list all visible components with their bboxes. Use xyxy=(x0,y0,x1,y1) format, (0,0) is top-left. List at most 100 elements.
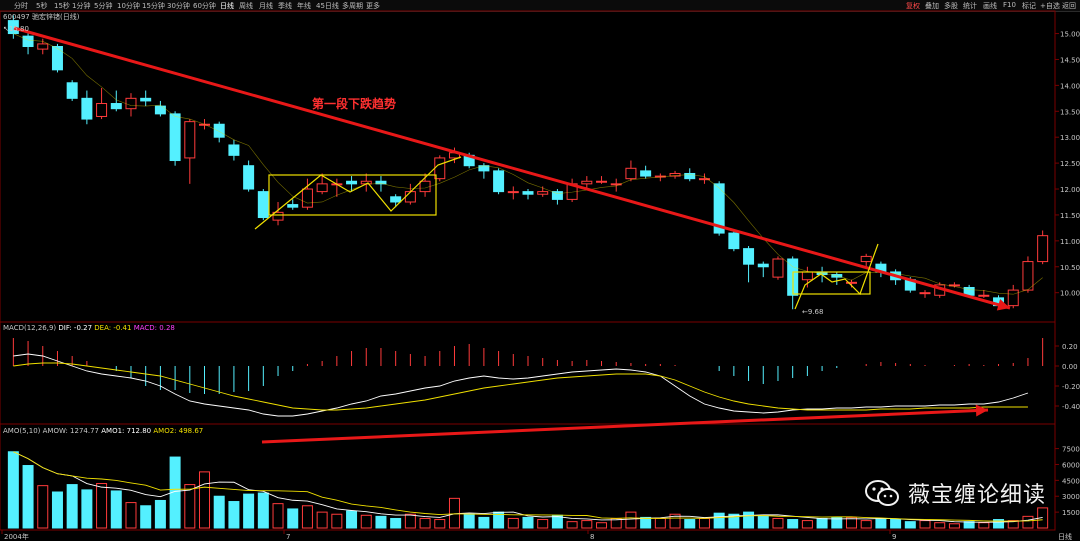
amo-bar xyxy=(37,485,49,529)
trend-arrow xyxy=(13,26,1011,310)
price-tick-label: 11.50 xyxy=(1060,212,1080,220)
candle-body xyxy=(772,258,784,278)
amo-bar xyxy=(243,493,255,529)
candle-body xyxy=(581,180,593,185)
price-tick-label: 12.00 xyxy=(1060,186,1080,194)
candle-body xyxy=(919,292,931,295)
amo-bar xyxy=(478,516,490,529)
amo-bar xyxy=(184,484,196,529)
amo-bar xyxy=(140,505,152,529)
candle-body xyxy=(728,232,740,250)
candle-body xyxy=(96,103,108,117)
candle-body xyxy=(140,97,152,102)
candle-body xyxy=(757,263,769,268)
amo-bar xyxy=(934,522,946,529)
date-label: 7 xyxy=(286,533,290,541)
candle-body xyxy=(419,180,431,193)
candle-body xyxy=(493,170,505,193)
macd-tick-label: -0.20 xyxy=(1062,383,1080,391)
candle-body xyxy=(978,294,990,297)
price-tick-label: 15.00 xyxy=(1060,31,1080,39)
date-label: 8 xyxy=(590,533,594,541)
amo-bar xyxy=(963,521,975,529)
amo-tick-label: 6000 xyxy=(1062,461,1080,469)
amo-bar xyxy=(522,516,534,529)
amo-bar xyxy=(22,465,34,529)
candle-body xyxy=(596,180,608,183)
candle-body xyxy=(37,43,49,50)
amo-tick-label: 7500 xyxy=(1062,446,1080,454)
candle-body xyxy=(301,188,313,208)
candle-body xyxy=(640,170,652,177)
amo-bar xyxy=(360,514,372,529)
amo-bar xyxy=(507,517,519,529)
price-tick-label: 10.50 xyxy=(1060,264,1080,272)
period-label: 日线 xyxy=(1058,532,1072,541)
amo-bar xyxy=(948,523,960,529)
amo-bar xyxy=(272,503,284,529)
candle-body xyxy=(51,46,63,71)
candle-body xyxy=(625,167,637,180)
amo-bar xyxy=(1022,515,1034,529)
low-price-label: ←9.68 xyxy=(802,308,824,316)
amo-bar xyxy=(7,451,19,529)
candle-body xyxy=(316,183,328,193)
amo-tick-label: 3000 xyxy=(1062,493,1080,501)
date-label: 9 xyxy=(892,533,896,541)
price-tick-label: 13.00 xyxy=(1060,134,1080,142)
amo-bar xyxy=(404,513,416,529)
candle-body xyxy=(66,82,78,99)
candle-body xyxy=(801,271,813,281)
macd-tick-label: 0.00 xyxy=(1062,363,1078,371)
price-panel xyxy=(7,15,1049,310)
candle-body xyxy=(81,97,93,120)
macd-panel xyxy=(12,338,1044,417)
amo-bar xyxy=(890,519,902,529)
dea-line xyxy=(13,362,1028,411)
amo-bar xyxy=(346,510,358,529)
amo-bar xyxy=(654,517,666,529)
candle-body xyxy=(346,180,358,185)
amo-bar xyxy=(110,490,122,529)
amo-bar xyxy=(199,471,211,529)
amo-bar xyxy=(713,512,725,529)
amo-bar xyxy=(875,517,887,529)
watermark-text: 薇宝缠论细读 xyxy=(907,483,1046,508)
amo-bar xyxy=(816,517,828,529)
candle-body xyxy=(125,97,137,110)
trend-label: 第一段下跌趋势 xyxy=(312,97,397,111)
amo-bar xyxy=(66,484,78,529)
dif-line xyxy=(13,353,1029,417)
candle-body xyxy=(1037,235,1049,263)
candle-body xyxy=(257,191,269,219)
macd-header: MACD(12,26,9) DIF: -0.27 DEA: -0.41 MACD… xyxy=(3,324,175,332)
price-tick-label: 13.50 xyxy=(1060,108,1080,116)
amo-bar xyxy=(331,513,343,529)
price-tick-label: 12.50 xyxy=(1060,160,1080,168)
amo-bar xyxy=(81,489,93,529)
amo-bar xyxy=(463,513,475,529)
candle-body xyxy=(243,165,255,190)
amo-bar xyxy=(757,515,769,529)
amo-bar xyxy=(125,502,137,529)
price-tick-label: 10.00 xyxy=(1060,290,1080,298)
candle-body xyxy=(551,191,563,200)
candle-body xyxy=(110,103,122,110)
amo-bar xyxy=(390,517,402,529)
amo-bar xyxy=(316,511,328,529)
price-tick-label: 14.50 xyxy=(1060,56,1080,64)
candle-body xyxy=(213,123,225,138)
stock-title: 600497 驰宏锌锗(日线) xyxy=(3,13,80,21)
candle-body xyxy=(1007,289,1019,307)
amo-bar xyxy=(154,499,166,529)
candle-body xyxy=(169,113,181,162)
amo-bar xyxy=(228,501,240,529)
amo-tick-label: 4500 xyxy=(1062,477,1080,485)
candle-body xyxy=(184,121,196,159)
amo-bar xyxy=(787,519,799,529)
macd-tick-label: 0.20 xyxy=(1062,343,1078,351)
amo-tick-label: 1500 xyxy=(1062,509,1080,517)
amo-bar xyxy=(625,511,637,529)
amo-bar xyxy=(375,515,387,529)
zigzag-1 xyxy=(254,156,462,230)
